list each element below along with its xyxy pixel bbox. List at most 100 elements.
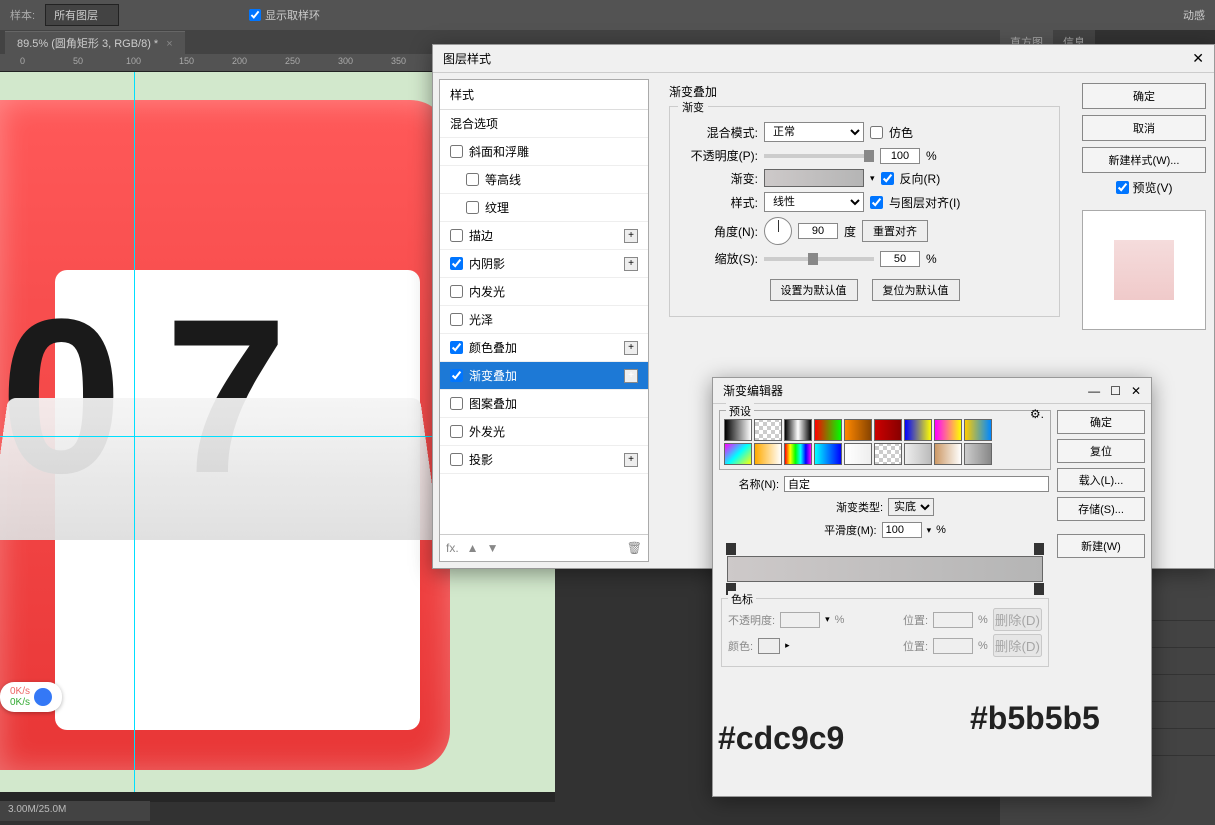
align-checkbox[interactable] [870,196,883,209]
style-item[interactable]: 内发光 [440,278,648,306]
stop-color-swatch[interactable] [758,638,780,654]
preset-swatch[interactable] [844,443,872,465]
reset-default-button[interactable]: 复位为默认值 [872,279,960,301]
close-icon[interactable]: × [166,38,172,50]
preset-swatch[interactable] [724,419,752,441]
preset-swatch[interactable] [874,419,902,441]
trash-icon[interactable]: 🗑 [627,541,642,555]
style-item[interactable]: 颜色叠加+ [440,334,648,362]
speed-icon [34,688,52,706]
options-bar: 样本: 所有图层 显示取样环 动感 [0,0,1215,30]
preset-swatch[interactable] [814,443,842,465]
opacity-stop[interactable] [726,543,736,555]
dialog-buttons: 确定 复位 载入(L)... 存储(S)... 新建(W) [1057,410,1145,671]
style-item[interactable]: 纹理 [440,194,648,222]
cancel-button[interactable]: 取消 [1082,115,1206,141]
set-default-button[interactable]: 设置为默认值 [770,279,858,301]
preset-swatch[interactable] [844,419,872,441]
red-card-shape: 0 7 [0,100,450,770]
gradient-type-select[interactable]: 实底 [888,498,934,516]
styles-list: 样式 混合选项 斜面和浮雕等高线纹理描边+内阴影+内发光光泽颜色叠加+渐变叠加+… [439,79,649,562]
gradient-name-input[interactable] [784,476,1049,492]
anim-label: 动感 [1183,7,1205,23]
styles-footer: fx. ▲ ▼ 🗑 [440,534,648,561]
gradient-editor-dialog: 渐变编辑器 — ☐ ✕ 预设 ⚙. 名称(N): 渐变类型: 实底 平滑度(M)… [712,377,1152,797]
style-item[interactable]: 斜面和浮雕 [440,138,648,166]
document-tab[interactable]: 89.5% (圆角矩形 3, RGB/8) *× [5,31,185,54]
flap-shape [0,398,440,540]
gradient-bar[interactable] [727,556,1043,582]
new-button[interactable]: 新建(W) [1057,534,1145,558]
blend-mode-select[interactable]: 正常 [764,122,864,142]
maximize-icon[interactable]: ☐ [1110,384,1121,398]
smoothness-input[interactable] [882,522,922,538]
preview-swatch [1082,210,1206,330]
preset-swatch[interactable] [754,419,782,441]
styles-header[interactable]: 样式 [440,80,648,110]
stop-position-input [933,612,973,628]
style-item[interactable]: 投影+ [440,446,648,474]
minimize-icon[interactable]: — [1088,384,1100,398]
preset-swatch[interactable] [754,443,782,465]
fx-icon[interactable]: fx. [446,541,459,555]
up-icon[interactable]: ▲ [467,541,479,555]
preset-swatch[interactable] [904,419,932,441]
close-icon[interactable]: ✕ [1192,50,1204,67]
ok-button[interactable]: 确定 [1082,83,1206,109]
delete-button: 删除(D) [993,608,1042,631]
style-item[interactable]: 渐变叠加+ [440,362,648,390]
guide-vertical[interactable] [134,72,135,792]
preset-swatch[interactable] [724,443,752,465]
preset-swatch[interactable] [934,419,962,441]
show-sampler-checkbox[interactable]: 显示取样环 [249,7,320,23]
save-button[interactable]: 存储(S)... [1057,497,1145,521]
style-item[interactable]: 图案叠加 [440,390,648,418]
preset-swatch[interactable] [964,419,992,441]
presets-group: 预设 ⚙. [719,410,1051,470]
gradient-style-select[interactable]: 线性 [764,192,864,212]
color-stop[interactable] [1034,583,1044,595]
preset-swatch[interactable] [784,443,812,465]
preview-checkbox[interactable] [1116,181,1129,194]
reset-button[interactable]: 复位 [1057,439,1145,463]
down-icon[interactable]: ▼ [487,541,499,555]
style-item[interactable]: 光泽 [440,306,648,334]
style-item[interactable]: 等高线 [440,166,648,194]
sample-dropdown[interactable]: 所有图层 [45,4,119,26]
style-item[interactable]: 内阴影+ [440,250,648,278]
gradient-preview[interactable] [764,169,864,187]
preset-swatch[interactable] [964,443,992,465]
preset-swatch[interactable] [934,443,962,465]
add-icon[interactable]: + [624,341,638,355]
stop-position-input [933,638,973,654]
add-icon[interactable]: + [624,229,638,243]
add-icon[interactable]: + [624,453,638,467]
reset-align-button[interactable]: 重置对齐 [862,220,928,242]
opacity-input[interactable] [880,148,920,164]
dither-checkbox[interactable] [870,126,883,139]
preset-swatch[interactable] [904,443,932,465]
ok-button[interactable]: 确定 [1057,410,1145,434]
angle-input[interactable] [798,223,838,239]
stop-opacity-input [780,612,820,628]
add-icon[interactable]: + [624,257,638,271]
style-item[interactable]: 描边+ [440,222,648,250]
scale-input[interactable] [880,251,920,267]
close-icon[interactable]: ✕ [1131,384,1141,398]
blend-options-item[interactable]: 混合选项 [440,110,648,138]
preset-swatch[interactable] [874,443,902,465]
load-button[interactable]: 载入(L)... [1057,468,1145,492]
preset-swatch[interactable] [814,419,842,441]
add-icon[interactable]: + [624,369,638,383]
angle-dial[interactable] [764,217,792,245]
dialog-titlebar[interactable]: 图层样式 ✕ [433,45,1214,73]
new-style-button[interactable]: 新建样式(W)... [1082,147,1206,173]
opacity-slider[interactable] [764,154,874,158]
opacity-stop[interactable] [1034,543,1044,555]
style-item[interactable]: 外发光 [440,418,648,446]
scale-slider[interactable] [764,257,874,261]
dialog-titlebar[interactable]: 渐变编辑器 — ☐ ✕ [713,378,1151,404]
reverse-checkbox[interactable] [881,172,894,185]
gear-icon[interactable]: ⚙. [1030,407,1044,421]
preset-swatch[interactable] [784,419,812,441]
